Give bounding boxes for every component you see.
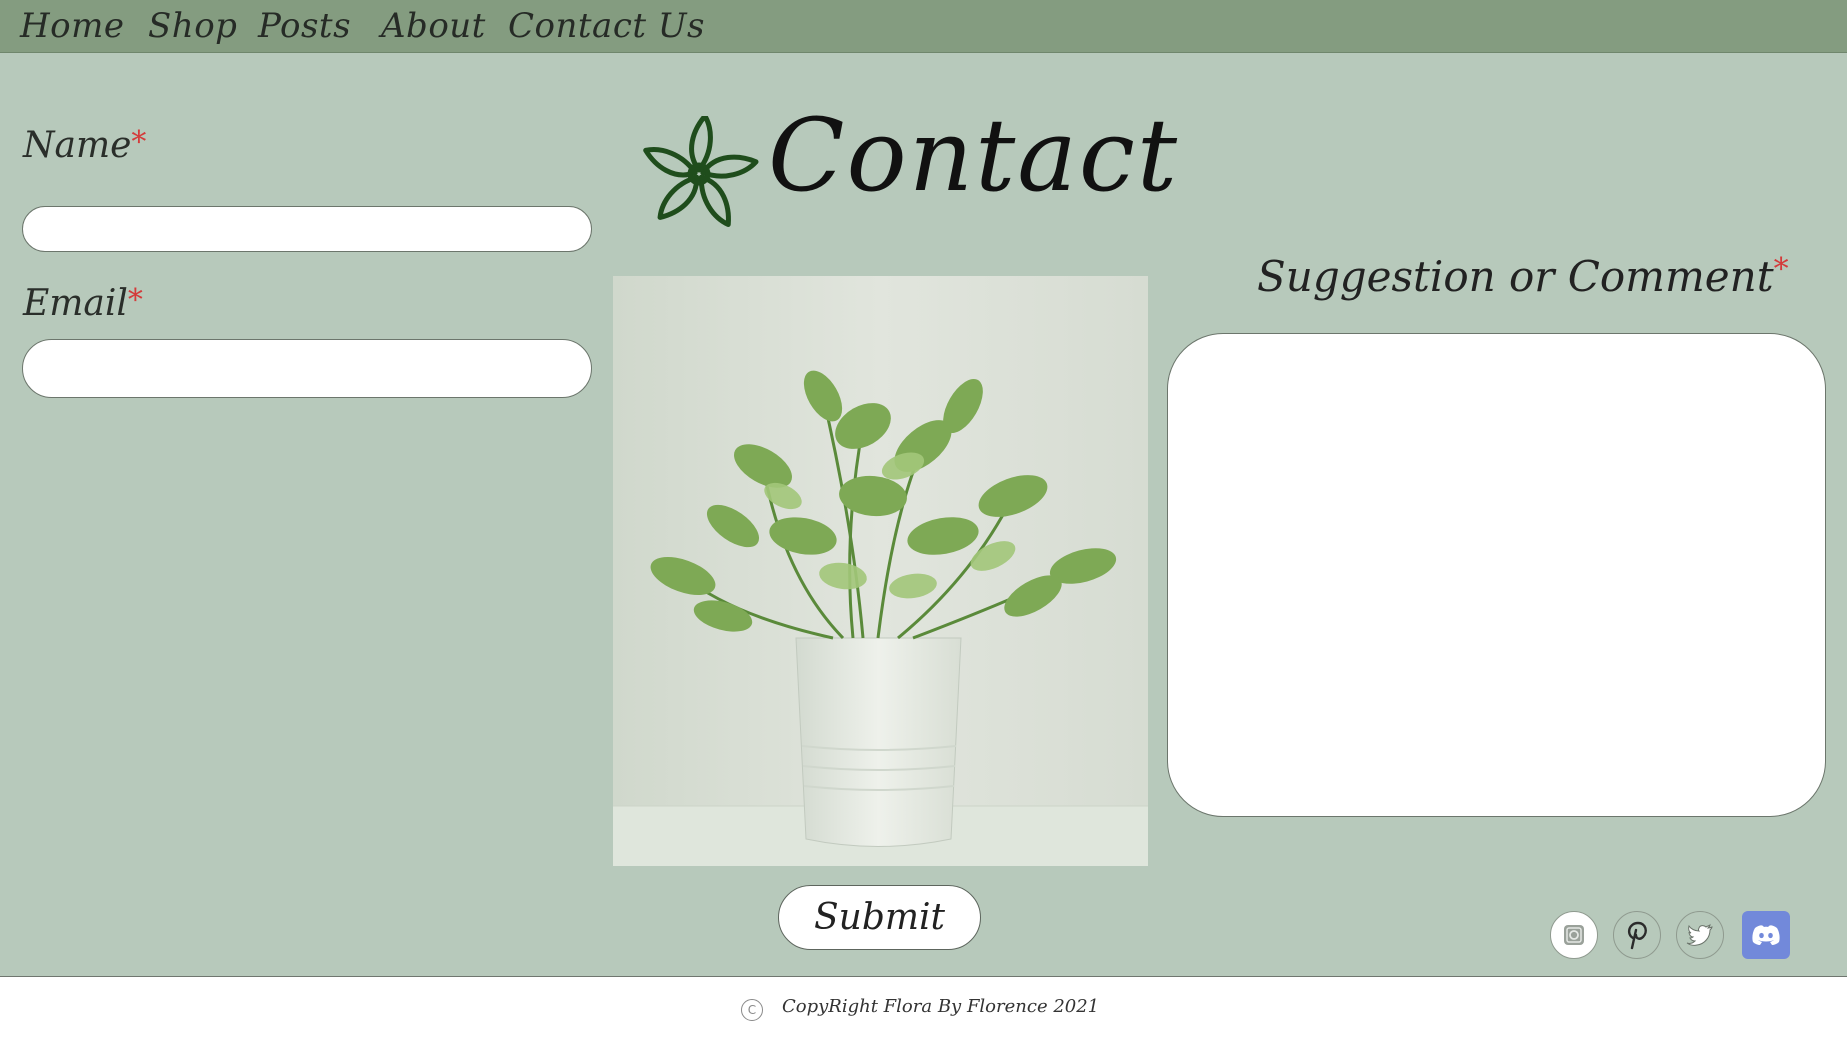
twitter-icon [1686, 923, 1713, 946]
name-input[interactable] [22, 206, 592, 252]
nav-posts[interactable]: Posts [258, 6, 351, 46]
submit-button[interactable]: Submit [778, 885, 981, 950]
email-label: Email* [23, 283, 143, 324]
nav-contact-us[interactable]: Contact Us [508, 6, 705, 46]
copyright-text: CopyRight Flora By Florence 2021 [782, 996, 1100, 1017]
discord-icon [1752, 925, 1780, 945]
discord-link[interactable] [1742, 911, 1790, 959]
email-input[interactable] [22, 339, 592, 398]
comment-label-text: Suggestion or Comment [1257, 252, 1774, 301]
pinterest-link[interactable] [1613, 911, 1661, 959]
comment-label: Suggestion or Comment* [1257, 252, 1789, 301]
comment-textarea[interactable] [1167, 333, 1826, 817]
top-nav: Home Shop Posts About Contact Us [0, 0, 1847, 53]
required-marker: * [127, 283, 143, 318]
name-label-text: Name [23, 125, 132, 166]
copyright-icon: C [741, 999, 763, 1021]
required-marker: * [1773, 252, 1789, 287]
plant-photo [613, 276, 1148, 866]
nav-home[interactable]: Home [20, 6, 124, 46]
instagram-link[interactable] [1550, 911, 1598, 959]
instagram-icon [1564, 925, 1584, 945]
flower-logo-icon [643, 116, 759, 227]
footer: C CopyRight Flora By Florence 2021 [0, 976, 1847, 1040]
name-label: Name* [23, 125, 146, 166]
nav-shop[interactable]: Shop [148, 6, 237, 46]
nav-about[interactable]: About [381, 6, 486, 46]
email-label-text: Email [23, 283, 128, 324]
twitter-link[interactable] [1676, 911, 1724, 959]
page-title: Contact [768, 97, 1180, 214]
pinterest-icon [1627, 921, 1647, 950]
required-marker: * [131, 125, 147, 160]
